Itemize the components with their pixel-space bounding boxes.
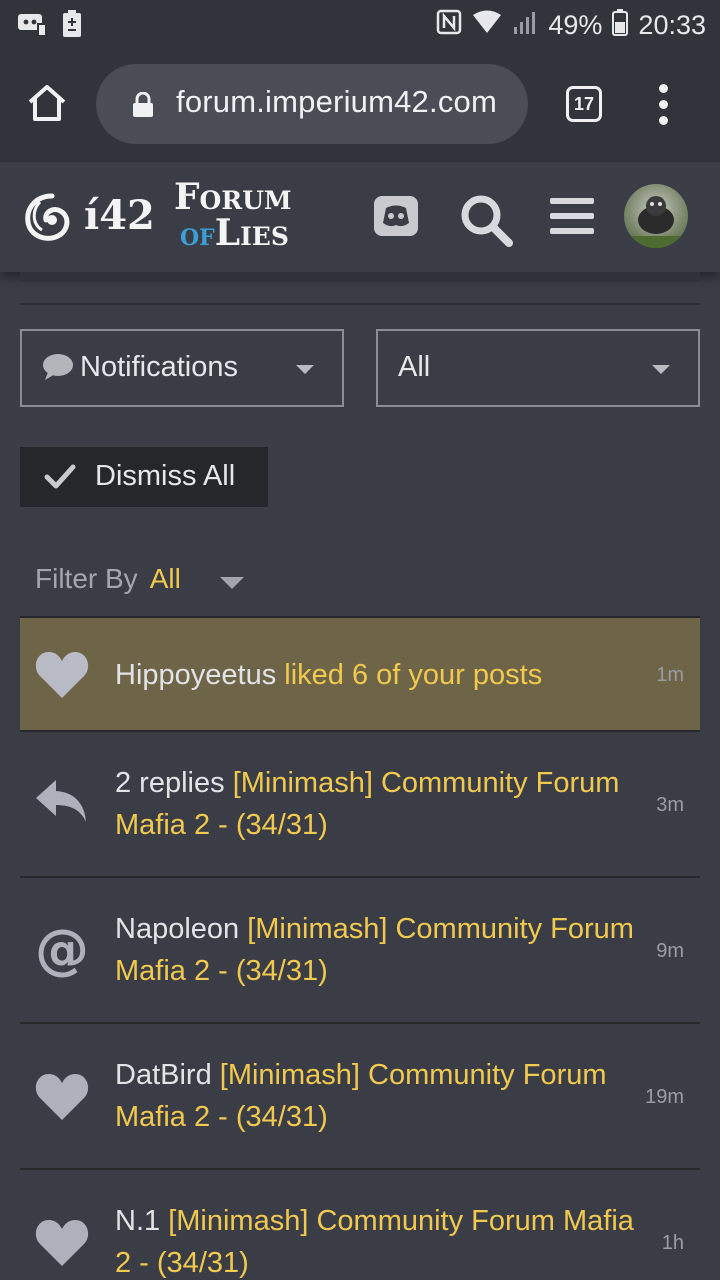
discord-notification-icon [18,10,47,37]
notification-user[interactable]: 2 replies [115,767,225,799]
i42-logo-text: í42 [84,192,155,239]
wifi-icon [472,10,502,41]
tab-switcher-button[interactable]: 17 [566,86,602,122]
notifications-type-select[interactable]: Notifications [20,329,344,407]
heart-icon [34,1070,90,1126]
notification-item[interactable]: N.1 [Minimash] Community Forum Mafia 2 -… [20,1170,700,1280]
status-bar: 49% 20:33 [0,0,720,50]
divider [20,303,700,305]
notification-link[interactable]: [Minimash] Community Forum Mafia 2 - (34… [115,1205,634,1279]
svg-text:@: @ [35,922,89,978]
reply-icon [34,776,90,832]
notification-text: DatBird [Minimash] Community Forum Mafia… [115,1054,645,1138]
hamburger-menu-icon[interactable] [548,192,600,244]
site-header: í42 Forum OFLies [0,162,720,272]
lock-icon [132,91,154,118]
filter-by-label: Filter By [35,563,138,594]
notification-user[interactable]: Hippoyeetus [115,659,276,691]
notification-user[interactable]: Napoleon [115,913,239,945]
notification-time: 1h [661,1232,684,1254]
content-top-bar [20,272,700,282]
notification-time: 9m [656,940,684,962]
notification-text: N.1 [Minimash] Community Forum Mafia 2 -… [115,1200,645,1280]
notification-time: 1m [656,664,684,686]
notification-user[interactable]: DatBird [115,1059,212,1091]
home-icon[interactable] [26,82,68,124]
swirl-logo-icon [25,193,70,241]
menu-kebab-icon[interactable] [656,84,670,126]
mention-icon: @ [34,918,90,981]
notification-link[interactable]: liked 6 of your posts [284,659,542,691]
user-avatar[interactable] [624,184,688,248]
discord-icon[interactable] [372,192,424,244]
checkmark-icon [44,461,76,491]
scope-select[interactable]: All [376,329,700,407]
notification-user[interactable]: N.1 [115,1205,160,1237]
dismiss-all-button[interactable]: Dismiss All [20,447,268,507]
forum-logo-line2: Lies [214,212,289,254]
filter-by[interactable]: Filter By All [35,563,181,595]
signal-icon [512,9,538,42]
notification-text: Hippoyeetus liked 6 of your posts [115,654,645,696]
scope-select-label: All [398,351,431,383]
chevron-down-icon [652,365,670,374]
notification-time: 19m [645,1086,684,1108]
battery-percent: 49% [548,10,603,40]
heart-icon [34,648,90,704]
battery-icon [612,8,629,43]
browser-toolbar: forum.imperium42.com 17 [0,50,720,162]
url-text: forum.imperium42.com [176,84,497,119]
notification-list: Hippoyeetus liked 6 of your posts 1m 2 r… [20,616,700,1280]
notification-item[interactable]: 2 replies [Minimash] Community Forum Maf… [20,732,700,878]
heart-icon [34,1216,90,1272]
chevron-down-icon [296,365,314,374]
nfc-icon [436,9,462,42]
notification-text: 2 replies [Minimash] Community Forum Maf… [115,762,645,846]
dismiss-all-label: Dismiss All [95,460,236,492]
notification-text: Napoleon [Minimash] Community Forum Mafi… [115,908,645,992]
notification-item[interactable]: @ Napoleon [Minimash] Community Forum Ma… [20,878,700,1024]
battery-saver-icon [62,10,88,37]
chat-bubble-icon [42,353,74,381]
search-icon[interactable] [458,192,513,247]
notification-item[interactable]: Hippoyeetus liked 6 of your posts 1m [20,618,700,732]
notification-item[interactable]: DatBird [Minimash] Community Forum Mafia… [20,1024,700,1170]
forum-of-lies-logo[interactable]: Forum OFLies [172,176,332,256]
address-bar[interactable]: forum.imperium42.com [96,64,528,144]
filter-by-value: All [149,563,181,594]
i42-logo[interactable]: í42 [22,190,155,246]
notification-time: 3m [656,794,684,816]
notifications-select-label: Notifications [80,351,238,383]
chevron-down-icon[interactable] [220,577,244,589]
clock: 20:33 [638,10,706,40]
forum-logo-of: OF [180,225,215,251]
forum-logo-line2-wrap: OFLies [180,212,289,254]
